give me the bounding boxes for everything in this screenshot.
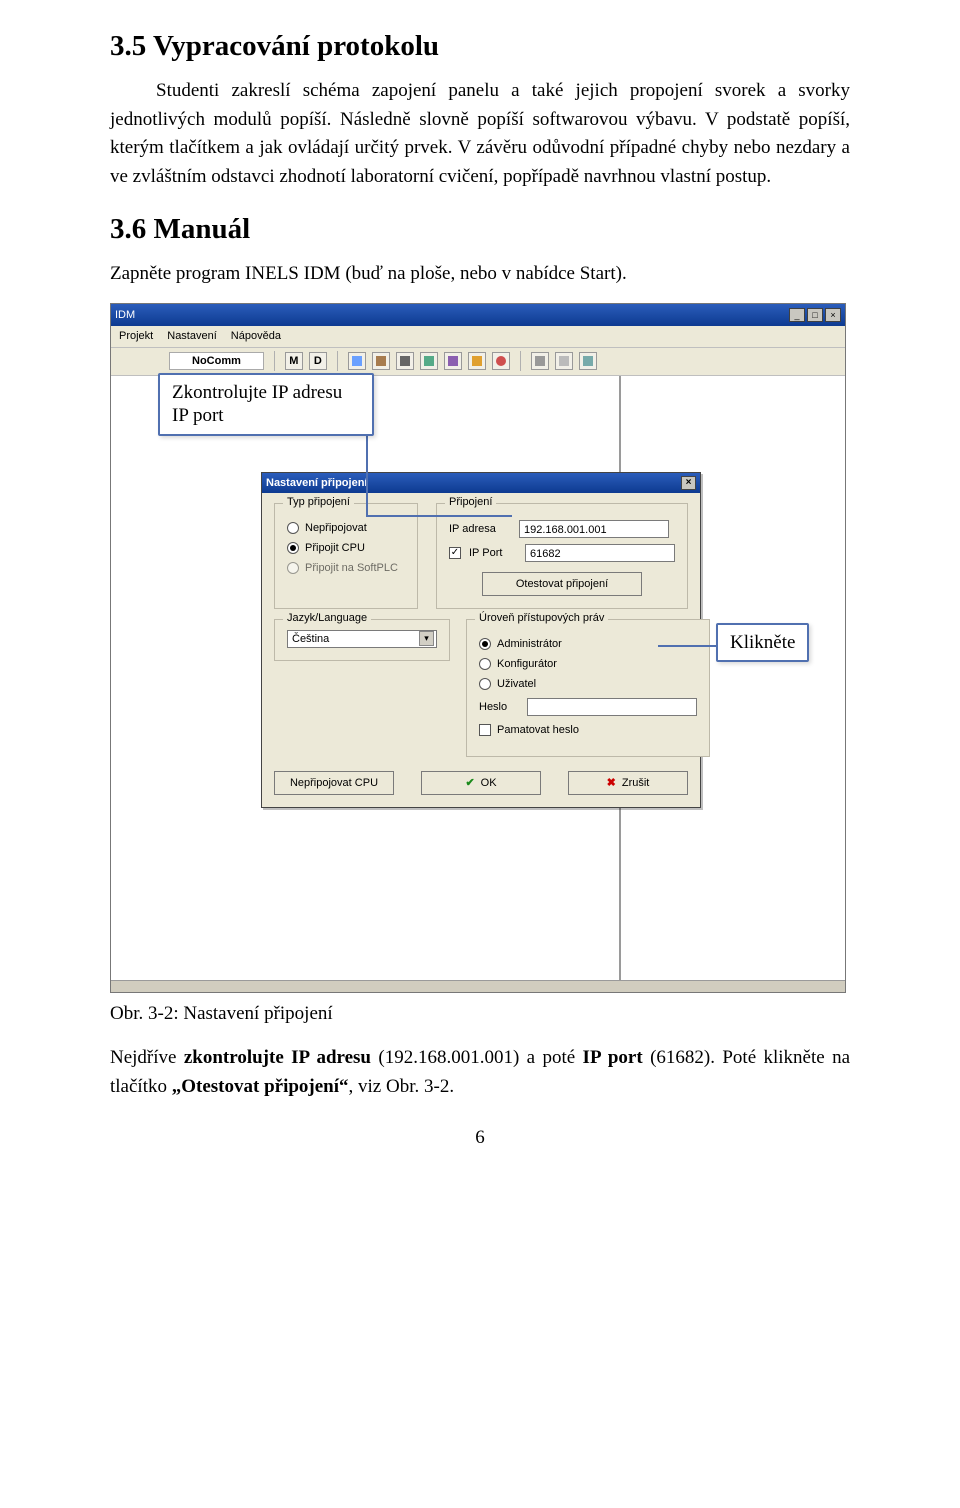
radio-label: Nepřipojovat bbox=[305, 522, 367, 534]
dialog-titlebar: Nastavení připojení × bbox=[262, 473, 700, 493]
toolbar-icon[interactable] bbox=[372, 352, 390, 370]
callout-leader bbox=[366, 515, 512, 517]
radio-icon bbox=[287, 542, 299, 554]
menu-napoveda[interactable]: Nápověda bbox=[231, 330, 281, 342]
group-access-level: Úroveň přístupových práv Administrátor K… bbox=[466, 619, 710, 757]
close-icon: ✖ bbox=[607, 776, 616, 789]
radio-nepripojovat[interactable]: Nepřipojovat bbox=[287, 522, 405, 534]
ok-label: OK bbox=[481, 777, 497, 789]
toolbar-separator bbox=[520, 351, 521, 371]
page-number: 6 bbox=[110, 1127, 850, 1149]
radio-konfigurator[interactable]: Konfigurátor bbox=[479, 658, 697, 670]
input-ip-address[interactable]: 192.168.001.001 bbox=[519, 520, 669, 538]
callout-leader bbox=[658, 645, 716, 647]
group-connection-type: Typ připojení Nepřipojovat Připojit CPU bbox=[274, 503, 418, 609]
label-ip-port: IP Port bbox=[469, 547, 517, 559]
toolbar-icon[interactable] bbox=[396, 352, 414, 370]
radio-pripojit-cpu[interactable]: Připojit CPU bbox=[287, 542, 405, 554]
radio-softplc[interactable]: Připojit na SoftPLC bbox=[287, 562, 405, 574]
statusbar bbox=[111, 980, 845, 992]
callout-leader bbox=[366, 433, 368, 515]
checkbox-ip-port[interactable]: ✓ bbox=[449, 547, 461, 559]
status-nocomm: NoComm bbox=[169, 352, 264, 370]
radio-icon bbox=[479, 658, 491, 670]
menu-projekt[interactable]: Projekt bbox=[119, 330, 153, 342]
label-ip: IP adresa bbox=[449, 523, 511, 535]
toolbar-icon[interactable] bbox=[492, 352, 510, 370]
radio-administrator[interactable]: Administrátor bbox=[479, 638, 697, 650]
radio-label: Připojit CPU bbox=[305, 542, 365, 554]
radio-icon bbox=[479, 638, 491, 650]
group-legend: Jazyk/Language bbox=[283, 612, 371, 624]
dont-connect-cpu-button[interactable]: Nepřipojovat CPU bbox=[274, 771, 394, 795]
radio-label: Administrátor bbox=[497, 638, 562, 650]
toolbar: NoComm M D bbox=[111, 348, 845, 376]
input-ip-port[interactable]: 61682 bbox=[525, 544, 675, 562]
language-select[interactable]: Čeština ▾ bbox=[287, 630, 437, 648]
toolbar-m-button[interactable]: M bbox=[285, 352, 303, 370]
radio-label: Konfigurátor bbox=[497, 658, 557, 670]
text: Nejdříve bbox=[110, 1047, 184, 1068]
input-password[interactable] bbox=[527, 698, 697, 716]
toolbar-icon[interactable] bbox=[579, 352, 597, 370]
maximize-button[interactable]: □ bbox=[807, 308, 823, 322]
close-button[interactable]: × bbox=[825, 308, 841, 322]
toolbar-separator bbox=[337, 351, 338, 371]
figure-caption: Obr. 3-2: Nastavení připojení bbox=[110, 1003, 850, 1025]
screenshot-figure: Zkontrolujte IP adresu IP port Klikněte … bbox=[110, 303, 846, 993]
menu-nastaveni[interactable]: Nastavení bbox=[167, 330, 217, 342]
toolbar-icon[interactable] bbox=[468, 352, 486, 370]
menubar: Projekt Nastavení Nápověda bbox=[111, 326, 845, 348]
callout-click: Klikněte bbox=[716, 623, 809, 663]
para-3-6: Zapněte program INELS IDM (buď na ploše,… bbox=[110, 260, 850, 289]
para-3-5: Studenti zakreslí schéma zapojení panelu… bbox=[110, 77, 850, 191]
heading-3-5: 3.5 Vypracování protokolu bbox=[110, 30, 850, 63]
bold-text: „Otestovat připojení“ bbox=[172, 1076, 349, 1097]
connection-settings-dialog: Nastavení připojení × Typ připojení Nepř… bbox=[261, 472, 701, 808]
minimize-button[interactable]: _ bbox=[789, 308, 805, 322]
group-legend: Typ připojení bbox=[283, 496, 354, 508]
toolbar-icon[interactable] bbox=[555, 352, 573, 370]
callout-ip-check: Zkontrolujte IP adresu IP port bbox=[158, 373, 374, 437]
chevron-down-icon: ▾ bbox=[419, 631, 434, 646]
window-title: IDM bbox=[115, 309, 135, 321]
radio-icon bbox=[287, 522, 299, 534]
test-connection-button[interactable]: Otestovat připojení bbox=[482, 572, 642, 596]
group-legend: Připojení bbox=[445, 496, 496, 508]
radio-icon bbox=[479, 678, 491, 690]
heading-3-6: 3.6 Manuál bbox=[110, 213, 850, 246]
group-connection: Připojení IP adresa 192.168.001.001 ✓ IP… bbox=[436, 503, 688, 609]
callout-ip-line2: IP port bbox=[172, 405, 224, 426]
text: (192.168.001.001) a poté bbox=[371, 1047, 583, 1068]
cancel-label: Zrušit bbox=[622, 777, 650, 789]
toolbar-icon[interactable] bbox=[444, 352, 462, 370]
radio-uzivatel[interactable]: Uživatel bbox=[479, 678, 697, 690]
toolbar-icon[interactable] bbox=[420, 352, 438, 370]
bold-text: zkontrolujte IP adresu bbox=[184, 1047, 371, 1068]
checkbox-icon bbox=[479, 724, 491, 736]
group-legend: Úroveň přístupových práv bbox=[475, 612, 608, 624]
toolbar-separator bbox=[274, 351, 275, 371]
radio-label: Uživatel bbox=[497, 678, 536, 690]
label-password: Heslo bbox=[479, 701, 519, 713]
ok-button[interactable]: ✔ OK bbox=[421, 771, 541, 795]
checkbox-remember-password-row[interactable]: Pamatovat heslo bbox=[479, 724, 697, 736]
toolbar-icon[interactable] bbox=[348, 352, 366, 370]
dialog-close-button[interactable]: × bbox=[681, 476, 696, 490]
radio-label: Připojit na SoftPLC bbox=[305, 562, 398, 574]
text: , viz Obr. 3-2. bbox=[349, 1076, 455, 1097]
cancel-button[interactable]: ✖ Zrušit bbox=[568, 771, 688, 795]
para-after-figure: Nejdříve zkontrolujte IP adresu (192.168… bbox=[110, 1043, 850, 1102]
toolbar-icon[interactable] bbox=[531, 352, 549, 370]
check-icon: ✔ bbox=[465, 776, 474, 789]
titlebar: IDM _ □ × bbox=[111, 304, 845, 326]
radio-icon bbox=[287, 562, 299, 574]
callout-ip-line1: Zkontrolujte IP adresu bbox=[172, 382, 342, 403]
checkbox-label: Pamatovat heslo bbox=[497, 724, 579, 736]
language-value: Čeština bbox=[292, 633, 329, 645]
toolbar-d-button[interactable]: D bbox=[309, 352, 327, 370]
dialog-title: Nastavení připojení bbox=[266, 477, 367, 489]
group-language: Jazyk/Language Čeština ▾ bbox=[274, 619, 450, 661]
bold-text: IP port bbox=[583, 1047, 643, 1068]
